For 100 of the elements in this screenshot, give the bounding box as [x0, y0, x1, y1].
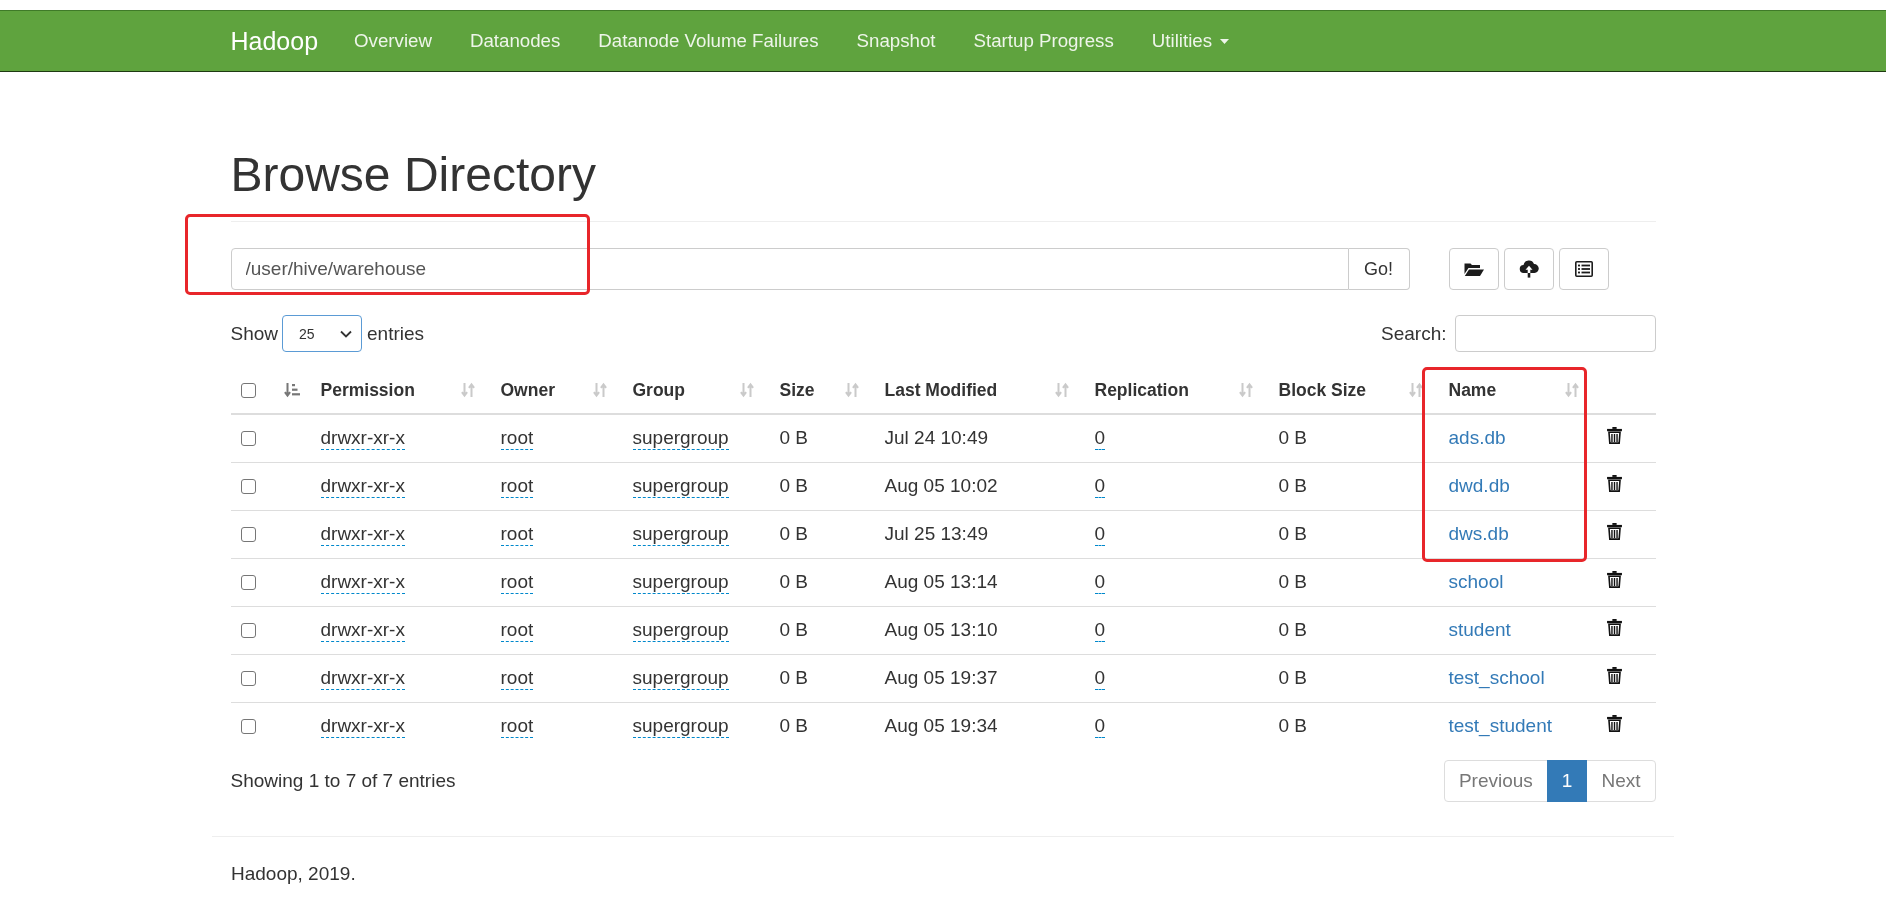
- show-label: Show: [230, 322, 279, 345]
- owner-link[interactable]: root: [500, 715, 534, 739]
- table-cell: 0 B: [1268, 654, 1439, 702]
- replication-link[interactable]: 0: [1094, 571, 1106, 594]
- replication-link[interactable]: 0: [1094, 715, 1106, 739]
- checkbox[interactable]: [240, 430, 256, 446]
- trash-icon: [1606, 475, 1622, 492]
- checkbox[interactable]: [240, 382, 256, 398]
- file-name-link[interactable]: test_student: [1448, 715, 1553, 737]
- trash-icon: [1606, 715, 1622, 733]
- owner-link[interactable]: root: [500, 619, 534, 642]
- file-name-link[interactable]: ads.db: [1448, 427, 1506, 449]
- group-link[interactable]: supergroup: [632, 427, 729, 451]
- entries-info: Showing 1 to 7 of 7 entries: [230, 770, 456, 792]
- file-name-link[interactable]: school: [1448, 571, 1504, 592]
- group-link[interactable]: supergroup: [632, 523, 729, 546]
- list-button[interactable]: [1558, 248, 1609, 290]
- column-header[interactable]: Replication: [1084, 367, 1269, 414]
- trash-icon: [1606, 667, 1622, 684]
- permission-link[interactable]: drwxr-xr-x: [320, 619, 405, 642]
- group-link[interactable]: supergroup: [632, 715, 729, 739]
- checkbox[interactable]: [240, 478, 256, 494]
- checkbox[interactable]: [240, 526, 256, 542]
- owner-link[interactable]: root: [500, 667, 534, 690]
- file-name-link[interactable]: test_school: [1448, 667, 1545, 688]
- permission-link[interactable]: drwxr-xr-x: [320, 523, 405, 546]
- trash-icon: [1606, 523, 1622, 540]
- table-cell: 0 B: [769, 606, 875, 654]
- delete-button[interactable]: [1606, 523, 1622, 540]
- replication-link[interactable]: 0: [1094, 427, 1106, 451]
- checkbox[interactable]: [240, 574, 256, 590]
- caret-icon: [1220, 38, 1230, 44]
- pagination-button[interactable]: 1: [1546, 760, 1588, 802]
- footer-text: Hadoop, 2019.: [231, 863, 356, 884]
- permission-link[interactable]: drwxr-xr-x: [320, 571, 405, 594]
- column-header[interactable]: Last Modified: [874, 367, 1085, 414]
- delete-button[interactable]: [1606, 619, 1622, 636]
- column-header[interactable]: Size: [769, 367, 875, 414]
- checkbox[interactable]: [240, 670, 256, 686]
- delete-button[interactable]: [1606, 667, 1622, 684]
- group-link[interactable]: supergroup: [632, 667, 729, 690]
- group-link[interactable]: supergroup: [632, 619, 729, 642]
- table-cell: Aug 05 13:14: [874, 558, 1085, 606]
- table-cell: Aug 05 19:37: [874, 654, 1085, 702]
- delete-button[interactable]: [1606, 571, 1622, 588]
- file-name-link[interactable]: student: [1448, 619, 1511, 640]
- table-cell: Jul 25 13:49: [874, 510, 1085, 558]
- table-cell: Aug 05 13:10: [874, 606, 1085, 654]
- table-cell: 0 B: [1268, 702, 1439, 750]
- table-cell: 0 B: [1268, 558, 1439, 606]
- table-cell: Jul 24 10:49: [874, 414, 1085, 462]
- search-field[interactable]: [1454, 315, 1656, 352]
- chevron-down-icon: [340, 329, 353, 338]
- replication-link[interactable]: 0: [1094, 619, 1106, 642]
- owner-link[interactable]: root: [500, 475, 534, 498]
- delete-button[interactable]: [1606, 715, 1622, 733]
- permission-link[interactable]: drwxr-xr-x: [320, 667, 405, 690]
- column-header[interactable]: Block Size: [1268, 367, 1439, 414]
- cloud-upload-icon: [1518, 260, 1539, 278]
- checkbox[interactable]: [240, 622, 256, 638]
- column-header[interactable]: Group: [622, 367, 770, 414]
- table-cell: 0 B: [769, 414, 875, 462]
- table-cell: 0 B: [769, 558, 875, 606]
- table-cell: Aug 05 19:34: [874, 702, 1085, 750]
- owner-link[interactable]: root: [500, 571, 534, 594]
- table-cell: Aug 05 10:02: [874, 462, 1085, 510]
- replication-link[interactable]: 0: [1094, 475, 1106, 498]
- file-name-link[interactable]: dwd.db: [1448, 475, 1510, 496]
- file-name-link[interactable]: dws.db: [1448, 523, 1509, 544]
- table-cell: 0 B: [769, 654, 875, 702]
- owner-link[interactable]: root: [500, 427, 534, 451]
- delete-button[interactable]: [1606, 427, 1622, 445]
- path-field[interactable]: /user/hive/warehouse: [230, 248, 1349, 290]
- permission-link[interactable]: drwxr-xr-x: [320, 427, 405, 451]
- sort-icon[interactable]: [1408, 382, 1423, 398]
- table-cell: 0 B: [769, 702, 875, 750]
- owner-link[interactable]: root: [500, 523, 534, 546]
- column-header[interactable]: Name: [1438, 367, 1595, 414]
- replication-link[interactable]: 0: [1094, 523, 1106, 546]
- folder-button[interactable]: [1448, 248, 1499, 290]
- column-header[interactable]: Permission: [310, 367, 491, 414]
- permission-link[interactable]: drwxr-xr-x: [320, 475, 405, 498]
- checkbox[interactable]: [240, 718, 256, 734]
- sort-ascending-icon[interactable]: [284, 382, 300, 398]
- trash-icon: [1606, 427, 1622, 445]
- upload-button[interactable]: [1503, 248, 1554, 290]
- delete-button[interactable]: [1606, 475, 1622, 492]
- permission-link[interactable]: drwxr-xr-x: [320, 715, 405, 739]
- group-link[interactable]: supergroup: [632, 571, 729, 594]
- page-title: Browse Directory: [230, 150, 1656, 222]
- group-link[interactable]: supergroup: [632, 475, 729, 498]
- table-cell: 0 B: [769, 510, 875, 558]
- folder-icon: [1463, 261, 1484, 277]
- entries-label: entries: [367, 322, 425, 345]
- replication-link[interactable]: 0: [1094, 667, 1106, 690]
- entries-select[interactable]: 25: [282, 315, 363, 352]
- table-cell: 0 B: [1268, 462, 1439, 510]
- go-button[interactable]: Go!: [1348, 248, 1410, 290]
- column-header[interactable]: Owner: [490, 367, 623, 414]
- table-cell: 0 B: [769, 462, 875, 510]
